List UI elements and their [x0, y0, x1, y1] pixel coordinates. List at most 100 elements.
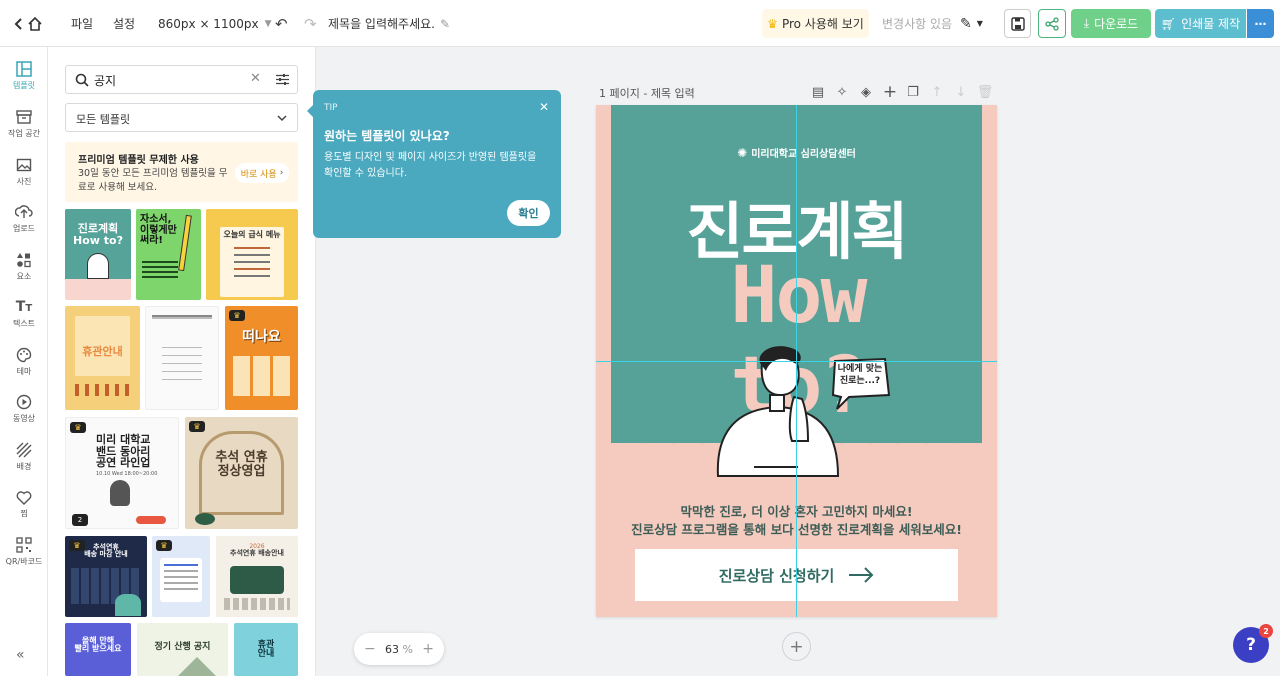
nav-qr[interactable]: QR/바코드: [0, 529, 48, 575]
template-filter-dropdown[interactable]: 모든 템플릿: [65, 103, 298, 132]
collapse-icon[interactable]: «: [16, 647, 25, 663]
search-icon: [75, 73, 89, 87]
template-thumb[interactable]: 자소서, 이렇게만 써라!: [136, 209, 201, 300]
nav-theme[interactable]: 테마: [0, 339, 48, 385]
filter-sliders-icon[interactable]: [276, 73, 289, 86]
template-thumb[interactable]: ♛ 추석연휴 배송 마감 안내: [65, 536, 147, 617]
pen-tool-dropdown[interactable]: ✎ ▼: [960, 0, 983, 47]
pen-icon: ✎: [960, 15, 972, 32]
zoom-unit: %: [402, 642, 413, 656]
delete-icon[interactable]: 🗑︎: [977, 84, 994, 100]
more-options-button[interactable]: ⋯: [1247, 9, 1274, 38]
template-thumb[interactable]: ♛: [152, 536, 210, 617]
crown-icon: ♛: [767, 16, 778, 31]
template-thumb[interactable]: 정기 산행 공지: [137, 623, 228, 676]
photo-icon: [16, 158, 32, 172]
search-input[interactable]: 공지: [94, 72, 116, 89]
tip-title: 원하는 템플릿이 있나요?: [324, 129, 450, 143]
template-thumb[interactable]: 2026 추석연휴 배송안내: [216, 536, 298, 617]
pro-trial-button[interactable]: ♛ Pro 사용해 보기: [762, 9, 869, 38]
nav-label: 템플릿: [12, 81, 36, 90]
nav-text[interactable]: TT 텍스트: [0, 291, 48, 337]
nav-background[interactable]: 배경: [0, 434, 48, 480]
tip-popover: TIP ✕ 원하는 템플릿이 있나요? 용도별 디자인 및 페이지 사이즈가 반…: [307, 90, 561, 238]
download-button[interactable]: ⤓ 다운로드: [1071, 9, 1151, 38]
template-thumb[interactable]: ♛ 떠나요: [225, 306, 298, 410]
tip-close-icon[interactable]: ✕: [539, 100, 549, 114]
zoom-in-icon[interactable]: +: [422, 641, 434, 657]
qr-icon: [16, 537, 32, 553]
heart-icon: [16, 490, 32, 505]
nav-elements[interactable]: 요소: [0, 244, 48, 290]
home-icon: [28, 16, 42, 31]
video-icon: [16, 394, 32, 410]
upload-icon: [15, 205, 33, 218]
workspace-icon: [16, 110, 32, 124]
title-field[interactable]: 제목을 입력해주세요. ✎: [328, 0, 450, 47]
page-label: 1 페이지 - 제목 입력: [599, 87, 695, 100]
nav-label: 요소: [16, 272, 32, 281]
nav-label: 배경: [16, 462, 32, 471]
chevron-down-icon: ▼: [264, 18, 272, 29]
duplicate-icon[interactable]: ❐: [905, 84, 921, 100]
nav-label: 업로드: [12, 224, 36, 233]
promo-use-button[interactable]: 바로 사용 ›: [235, 163, 289, 183]
cta-text: 진로상담 신청하기: [718, 566, 835, 585]
back-home-button[interactable]: [14, 0, 43, 47]
move-up-icon[interactable]: ↑: [929, 84, 945, 100]
nav-label: 사진: [16, 177, 32, 186]
fill-icon[interactable]: ◈: [858, 84, 874, 100]
save-button[interactable]: [1004, 9, 1031, 38]
clear-search-icon[interactable]: ✕: [250, 71, 261, 86]
note-icon[interactable]: ▤: [810, 84, 826, 100]
palette-icon: [16, 347, 32, 363]
canvas-size-dropdown[interactable]: 860px × 1100px ▼: [158, 0, 272, 47]
thumb-title: 진로계획 How to?: [73, 222, 123, 247]
nav-workspace[interactable]: 작업 공간: [0, 101, 48, 147]
zoom-level[interactable]: 63 %: [385, 643, 413, 656]
top-bar: 파일 설정 860px × 1100px ▼ ↶ ↷ 제목을 입력해주세요. ✎…: [0, 0, 1280, 47]
help-button[interactable]: ? 2: [1233, 624, 1273, 663]
pencil-icon: ✎: [440, 16, 451, 31]
settings-menu[interactable]: 설정: [113, 0, 135, 47]
template-thumb[interactable]: ♛ 미리 대학교 밴드 동아리 공연 라인업 10.10 Wed 18:00~2…: [65, 417, 179, 529]
nav-video[interactable]: 동영상: [0, 386, 48, 432]
add-page-button[interactable]: +: [782, 632, 811, 661]
magic-tool-icon[interactable]: ✧: [834, 84, 850, 100]
thumb-title: 오늘의 급식 메뉴: [223, 230, 281, 239]
premium-crown-icon: ♛: [70, 422, 86, 433]
document-title[interactable]: 제목을 입력해주세요.: [328, 15, 435, 32]
redo-icon[interactable]: ↷: [304, 0, 317, 47]
template-thumb[interactable]: 휴관 안내: [234, 623, 298, 676]
background-icon: [16, 442, 32, 458]
add-page-icon[interactable]: +: [882, 82, 898, 102]
nav-template[interactable]: 템플릿: [0, 53, 48, 99]
search-box[interactable]: 공지 ✕: [65, 65, 298, 94]
share-icon: [1045, 16, 1059, 31]
nav-favorites[interactable]: 찜: [0, 481, 48, 527]
page-count-badge: 2: [72, 514, 88, 526]
template-thumb[interactable]: 올해 만해 빨리 받으세요: [65, 623, 131, 676]
template-thumb[interactable]: [145, 306, 219, 410]
undo-icon[interactable]: ↶: [275, 0, 288, 47]
tip-confirm-button[interactable]: 확인: [507, 200, 550, 226]
pro-trial-label: Pro 사용해 보기: [781, 17, 864, 31]
save-status: 변경사항 있음: [882, 17, 953, 31]
premium-crown-icon: ♛: [189, 421, 205, 432]
share-button[interactable]: [1038, 9, 1066, 38]
text-icon: TT: [15, 299, 33, 315]
move-down-icon[interactable]: ↓: [953, 84, 969, 100]
template-thumb[interactable]: 오늘의 급식 메뉴: [206, 209, 298, 300]
nav-upload[interactable]: 업로드: [0, 196, 48, 242]
cart-icon: 🛒︎: [1160, 16, 1177, 31]
file-menu[interactable]: 파일: [71, 0, 93, 47]
template-thumb[interactable]: 진로계획 How to?: [65, 209, 131, 300]
zoom-out-icon[interactable]: −: [364, 641, 376, 657]
print-button[interactable]: 🛒︎ 인쇄물 제작: [1155, 9, 1246, 38]
tip-arrow: [307, 104, 314, 118]
chevron-right-icon: ›: [279, 168, 284, 178]
template-thumb[interactable]: ♛ 추석 연휴 정상영업: [185, 417, 298, 529]
nav-photo[interactable]: 사진: [0, 149, 48, 195]
template-thumb[interactable]: 휴관안내: [65, 306, 140, 410]
zoom-value: 63: [385, 642, 400, 656]
